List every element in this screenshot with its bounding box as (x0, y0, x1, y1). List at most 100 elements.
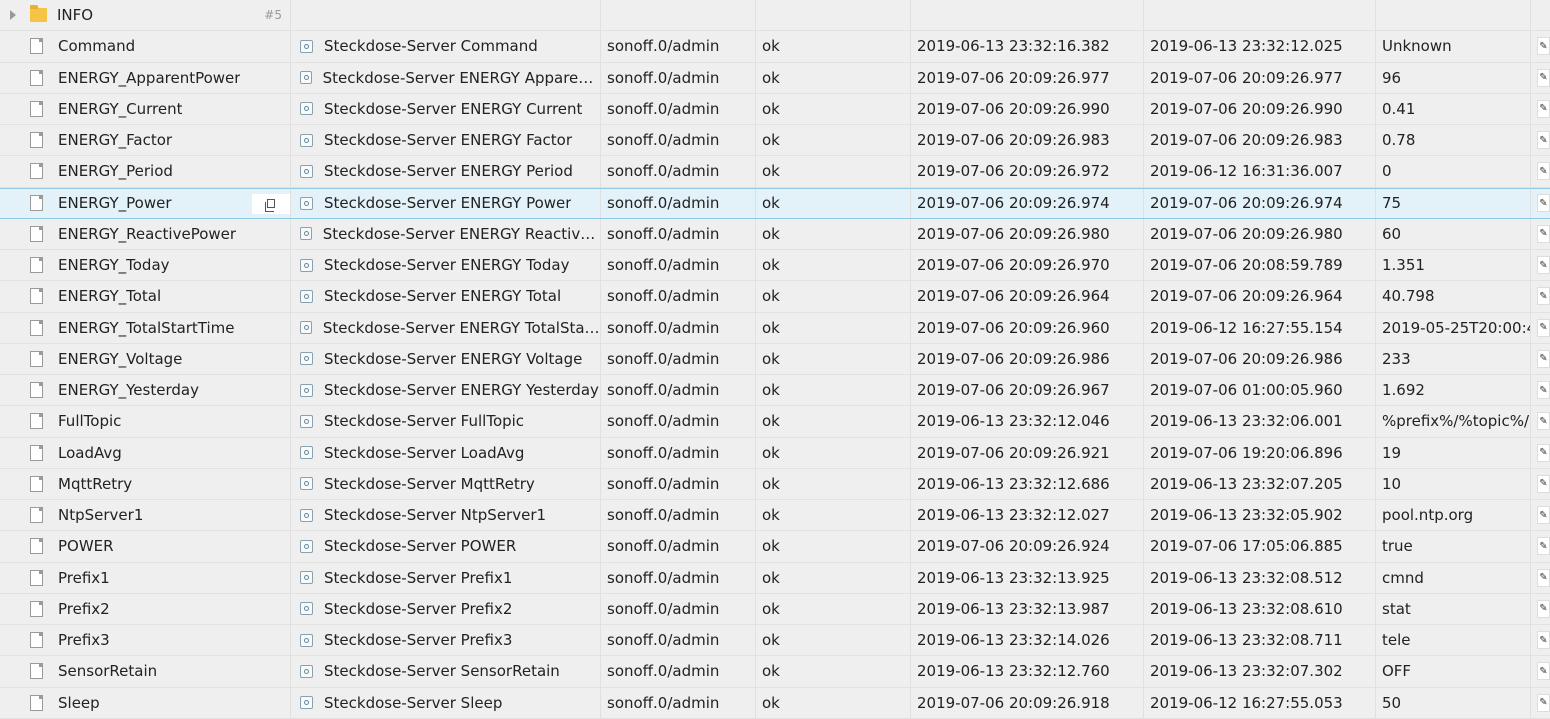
table-row-command[interactable]: Command Steckdose-Server Command sonoff.… (0, 31, 1550, 63)
folder-row[interactable]: INFO #5 (0, 0, 1550, 32)
value-text[interactable]: 0.78 (1382, 131, 1415, 149)
edit-icon[interactable]: ✎ (1537, 568, 1550, 587)
value-text[interactable]: cmnd (1382, 569, 1424, 587)
edit-icon[interactable]: ✎ (1537, 194, 1550, 213)
edit-icon[interactable]: ✎ (1537, 287, 1550, 306)
value-text[interactable]: 1.351 (1382, 256, 1425, 274)
value-cell[interactable]: %prefix%/%topic%/ (1376, 406, 1531, 437)
value-text[interactable]: 0.41 (1382, 100, 1415, 118)
edit-icon[interactable]: ✎ (1537, 318, 1550, 337)
name-cell[interactable]: ENERGY_Today (0, 250, 291, 281)
value-cell[interactable]: pool.ntp.org (1376, 500, 1531, 531)
table-row-energy-voltage[interactable]: ENERGY_Voltage Steckdose-Server ENERGY V… (0, 343, 1550, 375)
edit-icon[interactable]: ✎ (1537, 412, 1550, 431)
name-cell[interactable]: ENERGY_Factor (0, 125, 291, 156)
name-cell[interactable]: Command (0, 31, 291, 62)
edit-icon[interactable]: ✎ (1537, 131, 1550, 150)
table-row-energy-apparentpower[interactable]: ENERGY_ApparentPower Steckdose-Server EN… (0, 62, 1550, 94)
value-text[interactable]: OFF (1382, 662, 1411, 680)
edit-icon[interactable]: ✎ (1537, 224, 1550, 243)
edit-icon[interactable]: ✎ (1537, 662, 1550, 681)
edit-icon[interactable]: ✎ (1537, 443, 1550, 462)
edit-icon[interactable]: ✎ (1537, 693, 1550, 712)
value-text[interactable]: 75 (1382, 194, 1401, 212)
value-text[interactable]: 50 (1382, 694, 1401, 712)
table-row-energy-yesterday[interactable]: ENERGY_Yesterday Steckdose-Server ENERGY… (0, 375, 1550, 407)
table-row-energy-factor[interactable]: ENERGY_Factor Steckdose-Server ENERGY Fa… (0, 125, 1550, 157)
value-text[interactable]: 0 (1382, 162, 1392, 180)
name-cell[interactable]: ENERGY_Total (0, 281, 291, 312)
value-cell[interactable]: stat (1376, 593, 1531, 624)
value-text[interactable]: %prefix%/%topic%/ (1382, 412, 1529, 430)
edit-icon[interactable]: ✎ (1537, 99, 1550, 118)
name-cell[interactable]: FullTopic (0, 406, 291, 437)
value-text[interactable]: pool.ntp.org (1382, 506, 1473, 524)
table-row-power[interactable]: POWER Steckdose-Server POWER sonoff.0/ad… (0, 531, 1550, 563)
name-cell[interactable]: ENERGY_TotalStartTime (0, 312, 291, 343)
edit-icon[interactable]: ✎ (1537, 506, 1550, 525)
name-cell[interactable]: ENERGY_Current (0, 93, 291, 124)
table-row-energy-today[interactable]: ENERGY_Today Steckdose-Server ENERGY Tod… (0, 250, 1550, 282)
expand-triangle-icon[interactable] (10, 10, 16, 21)
value-text[interactable]: true (1382, 537, 1413, 555)
value-text[interactable]: 10 (1382, 475, 1401, 493)
value-cell[interactable]: 233 (1376, 343, 1531, 374)
edit-icon[interactable]: ✎ (1537, 381, 1550, 400)
value-cell[interactable]: 0.41 (1376, 93, 1531, 124)
table-row-sensorretain[interactable]: SensorRetain Steckdose-Server SensorReta… (0, 656, 1550, 688)
table-row-energy-power[interactable]: ENERGY_Power Steckdose-Server ENERGY Pow… (0, 187, 1550, 219)
table-row-loadavg[interactable]: LoadAvg Steckdose-Server LoadAvg sonoff.… (0, 437, 1550, 469)
edit-icon[interactable]: ✎ (1537, 256, 1550, 275)
edit-icon[interactable]: ✎ (1537, 474, 1550, 493)
name-cell[interactable]: ENERGY_ApparentPower (0, 62, 291, 93)
value-cell[interactable]: 60 (1376, 218, 1531, 249)
table-row-energy-reactivepower[interactable]: ENERGY_ReactivePower Steckdose-Server EN… (0, 218, 1550, 250)
value-cell[interactable]: OFF (1376, 656, 1531, 687)
value-text[interactable]: 96 (1382, 69, 1401, 87)
edit-icon[interactable]: ✎ (1537, 349, 1550, 368)
table-row-prefix3[interactable]: Prefix3 Steckdose-Server Prefix3 sonoff.… (0, 625, 1550, 657)
value-cell[interactable]: 40.798 (1376, 281, 1531, 312)
value-text[interactable]: stat (1382, 600, 1411, 618)
table-row-sleep[interactable]: Sleep Steckdose-Server Sleep sonoff.0/ad… (0, 687, 1550, 719)
edit-icon[interactable]: ✎ (1537, 537, 1550, 556)
name-cell[interactable]: NtpServer1 (0, 500, 291, 531)
table-row-energy-total[interactable]: ENERGY_Total Steckdose-Server ENERGY Tot… (0, 281, 1550, 313)
table-row-mqttretry[interactable]: MqttRetry Steckdose-Server MqttRetry son… (0, 468, 1550, 500)
value-text[interactable]: 233 (1382, 350, 1411, 368)
value-cell[interactable]: 19 (1376, 437, 1531, 468)
edit-icon[interactable]: ✎ (1537, 37, 1550, 56)
name-cell[interactable]: ENERGY_Voltage (0, 343, 291, 374)
value-text[interactable]: 19 (1382, 444, 1401, 462)
name-cell[interactable]: ENERGY_Period (0, 156, 291, 187)
value-cell[interactable]: cmnd (1376, 562, 1531, 593)
table-row-prefix2[interactable]: Prefix2 Steckdose-Server Prefix2 sonoff.… (0, 593, 1550, 625)
table-row-energy-period[interactable]: ENERGY_Period Steckdose-Server ENERGY Pe… (0, 156, 1550, 188)
value-cell[interactable]: true (1376, 531, 1531, 562)
name-cell[interactable]: Sleep (0, 687, 291, 718)
table-row-fulltopic[interactable]: FullTopic Steckdose-Server FullTopic son… (0, 406, 1550, 438)
folder-name-cell[interactable]: INFO #5 (0, 0, 291, 31)
name-cell[interactable]: LoadAvg (0, 437, 291, 468)
edit-icon[interactable]: ✎ (1537, 68, 1550, 87)
value-cell[interactable]: tele (1376, 625, 1531, 656)
value-cell[interactable]: 1.692 (1376, 375, 1531, 406)
value-cell[interactable]: 0.78 (1376, 125, 1531, 156)
edit-icon[interactable]: ✎ (1537, 599, 1550, 618)
value-cell[interactable]: 75 (1376, 188, 1531, 218)
value-text[interactable]: 2019-05-25T20:00:48 (1382, 319, 1530, 337)
value-cell[interactable]: 50 (1376, 687, 1531, 718)
name-cell[interactable]: Prefix2 (0, 593, 291, 624)
name-cell[interactable]: POWER (0, 531, 291, 562)
value-text[interactable]: tele (1382, 631, 1411, 649)
name-cell[interactable]: ENERGY_Power (0, 188, 291, 218)
name-cell[interactable]: Prefix1 (0, 562, 291, 593)
value-text[interactable]: 1.692 (1382, 381, 1425, 399)
table-row-ntpserver1[interactable]: NtpServer1 Steckdose-Server NtpServer1 s… (0, 500, 1550, 532)
value-cell[interactable]: 2019-05-25T20:00:48 (1376, 312, 1531, 343)
table-row-energy-current[interactable]: ENERGY_Current Steckdose-Server ENERGY C… (0, 93, 1550, 125)
name-cell[interactable]: ENERGY_Yesterday (0, 375, 291, 406)
value-text[interactable]: 40.798 (1382, 287, 1435, 305)
table-row-prefix1[interactable]: Prefix1 Steckdose-Server Prefix1 sonoff.… (0, 562, 1550, 594)
copy-icon[interactable] (252, 193, 290, 214)
